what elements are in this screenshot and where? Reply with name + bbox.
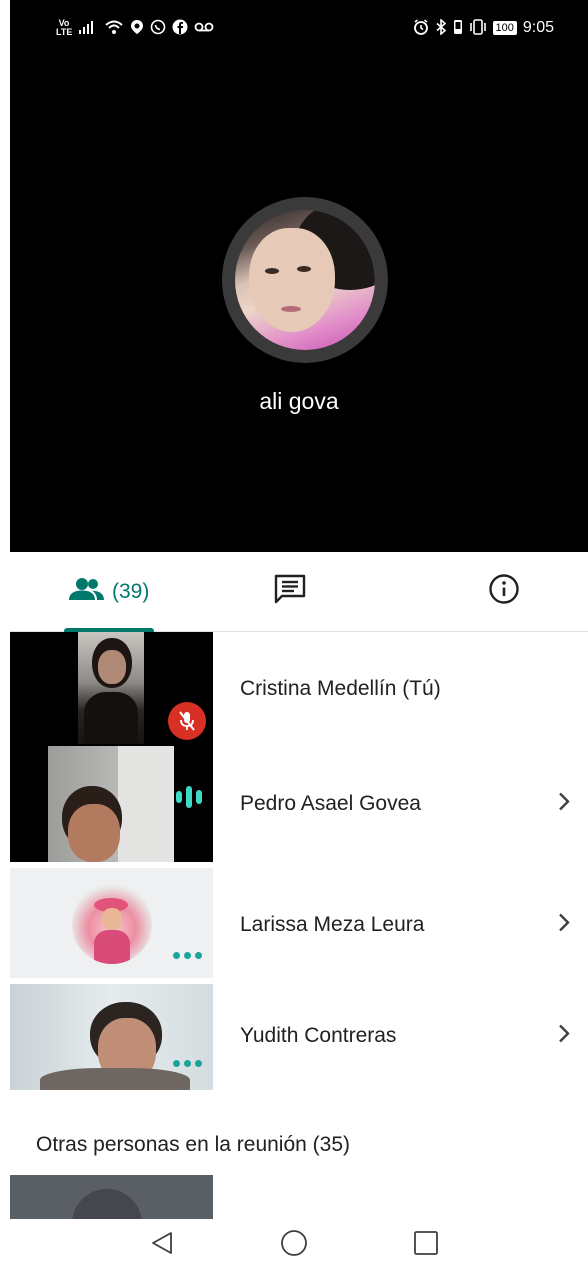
caller-avatar-photo	[235, 210, 375, 350]
participant-row[interactable]: Yudith Contreras	[10, 984, 588, 1092]
voicemail-icon	[194, 20, 214, 36]
participant-row[interactable]: Cristina Medellín (Tú)	[10, 632, 588, 746]
facebook-icon	[172, 19, 188, 38]
status-right-group: 100 9:05	[413, 17, 554, 38]
participant-video	[10, 984, 213, 1090]
participant-row[interactable]: Pedro Asael Govea	[10, 746, 588, 862]
whatsapp-icon	[150, 19, 166, 38]
participant-video	[10, 632, 213, 746]
caller-name: ali gova	[259, 388, 339, 414]
participant-name: Cristina Medellín (Tú)	[240, 677, 441, 700]
participant-avatar-tile	[10, 868, 213, 978]
other-people-heading: Otras personas en la reunión (35)	[36, 1133, 351, 1156]
signal-icon	[78, 20, 98, 37]
back-icon[interactable]	[144, 1225, 180, 1261]
participant-name: Pedro Asael Govea	[240, 792, 421, 815]
bluetooth-icon	[435, 17, 447, 38]
speaking-indicator-icon	[176, 786, 202, 808]
clock: 9:05	[522, 19, 554, 36]
chat-icon	[273, 573, 307, 610]
home-icon[interactable]	[276, 1225, 312, 1261]
muted-mic-icon	[168, 702, 206, 740]
status-left-group: Vo LTE	[56, 19, 214, 38]
tab-chat[interactable]	[190, 552, 390, 631]
participant-avatar	[72, 884, 152, 964]
caller-avatar	[222, 197, 388, 363]
tab-info[interactable]	[390, 552, 588, 631]
more-options-icon	[173, 952, 202, 959]
participant-video	[10, 1175, 213, 1219]
chevron-right-icon[interactable]	[558, 913, 570, 938]
wifi-icon	[104, 19, 124, 38]
more-options-icon	[173, 1060, 202, 1067]
battery-icon: 100	[492, 21, 517, 35]
chevron-right-icon[interactable]	[558, 1024, 570, 1049]
alarm-icon	[413, 18, 429, 38]
vibrate-icon	[469, 18, 487, 38]
participant-name: Larissa Meza Leura	[240, 913, 425, 936]
system-nav-bar	[0, 1219, 588, 1266]
participant-row[interactable]: Larissa Meza Leura	[10, 868, 588, 984]
people-count: (39)	[112, 579, 150, 603]
recents-icon[interactable]	[408, 1225, 444, 1261]
participant-name: Yudith Contreras	[240, 1024, 397, 1047]
chevron-right-icon[interactable]	[558, 792, 570, 817]
tab-bar: (39)	[10, 552, 588, 632]
participant-video	[10, 746, 213, 862]
people-icon	[68, 577, 106, 606]
tab-people[interactable]: (39)	[10, 552, 190, 632]
phone-icon	[453, 19, 463, 38]
participants-list: Cristina Medellín (Tú) Pedro Asael Govea	[10, 632, 588, 1092]
status-bar: Vo LTE 100 9:05	[10, 0, 588, 56]
volte-icon: Vo LTE	[56, 18, 73, 37]
video-stage: Vo LTE 100 9:05 ali gova	[10, 0, 588, 552]
info-icon	[488, 573, 520, 610]
location-icon	[130, 19, 144, 38]
